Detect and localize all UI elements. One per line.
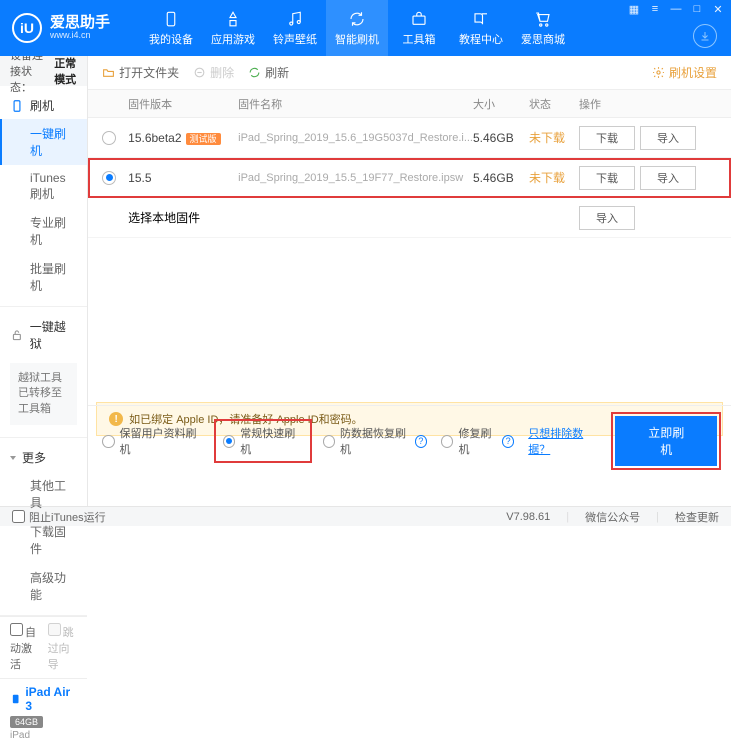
flash-mode-bar: 保留用户资料刷机 常规快速刷机 防数据恢复刷机? 修复刷机? 只想排除数据？ 立… [88,405,731,476]
sidebar-group-more[interactable]: 更多 [0,444,87,471]
sidebar-group-jailbreak[interactable]: 一键越狱 [0,313,87,357]
auto-activate-checkbox[interactable]: 自动激活 [10,623,40,672]
music-icon [286,10,304,28]
sidebar-item-pro[interactable]: 专业刷机 [0,208,87,254]
brand-url: www.i4.cn [50,31,110,41]
close-icon[interactable]: ✕ [711,3,725,16]
flash-settings-button[interactable]: 刷机设置 [652,64,717,81]
table-header: 固件版本 固件名称 大小 状态 操作 [88,90,731,118]
refresh-button[interactable]: 刷新 [248,64,289,81]
radio-icon[interactable] [102,171,116,185]
flash-now-button[interactable]: 立即刷机 [615,416,717,466]
sidebar-item-itunes[interactable]: iTunes刷机 [0,165,87,208]
import-button[interactable]: 导入 [640,126,696,150]
menu-icon[interactable]: ▦ [627,3,641,16]
nav-shop[interactable]: 爱思商城 [512,0,574,56]
cart-icon [534,10,552,28]
import-button[interactable]: 导入 [579,206,635,230]
brand: iU 爱思助手 www.i4.cn [0,0,122,56]
device-panel[interactable]: iPad Air 3 64GB iPad [0,678,87,749]
radio-icon[interactable] [102,131,116,145]
mode-repair[interactable]: 修复刷机? [441,425,514,457]
download-button[interactable]: 下载 [579,126,635,150]
nav-tools[interactable]: 工具箱 [388,0,450,56]
nav-flash[interactable]: 智能刷机 [326,0,388,56]
main-panel: 打开文件夹 删除 刷新 刷机设置 固件版本 固件名称 大小 状态 操作 15.6… [88,56,731,506]
device-status: 设备连接状态：正常模式 [0,56,87,86]
window-controls: ▦ ≡ — □ ✕ [627,3,725,16]
status-bar: 阻止iTunes运行 V7.98.61 | 微信公众号 | 检查更新 [0,506,731,526]
nav-my-device[interactable]: 我的设备 [140,0,202,56]
version-label: V7.98.61 [506,511,550,523]
help-icon[interactable]: ? [502,435,514,448]
device-name: iPad Air 3 [10,685,77,713]
brand-name: 爱思助手 [50,15,110,32]
nav-ringtone[interactable]: 铃声壁纸 [264,0,326,56]
firmware-row-selected[interactable]: 15.5 iPad_Spring_2019_15.5_19F77_Restore… [88,158,731,198]
minimize-icon[interactable]: — [669,3,683,16]
download-manager-icon[interactable] [693,24,717,48]
delete-button: 删除 [193,64,234,81]
mode-anti-recover[interactable]: 防数据恢复刷机? [323,425,427,457]
mode-normal[interactable]: 常规快速刷机 [217,422,309,460]
mode-keep-data[interactable]: 保留用户资料刷机 [102,425,203,457]
wechat-link[interactable]: 微信公众号 [585,509,640,525]
sidebar-item-advanced[interactable]: 高级功能 [0,563,87,609]
download-button[interactable]: 下载 [579,166,635,190]
skip-guide-checkbox[interactable]: 跳过向导 [48,623,78,672]
help-icon[interactable]: ? [415,435,427,448]
phone-icon [162,10,180,28]
block-itunes-checkbox[interactable]: 阻止iTunes运行 [12,509,106,525]
brand-logo-icon: iU [12,13,42,43]
list-icon[interactable]: ≡ [648,3,662,16]
refresh-icon [348,10,366,28]
jailbreak-note: 越狱工具已转移至工具箱 [10,363,77,425]
sidebar-item-batch[interactable]: 批量刷机 [0,254,87,300]
book-icon [472,10,490,28]
sidebar: 设备连接状态：正常模式 刷机 一键刷机 iTunes刷机 专业刷机 批量刷机 一… [0,56,88,506]
device-model: iPad [10,730,77,741]
check-update-link[interactable]: 检查更新 [675,509,719,525]
sidebar-options: 自动激活 跳过向导 [0,616,87,678]
sidebar-item-oneclick[interactable]: 一键刷机 [0,119,87,165]
chevron-down-icon [10,456,16,460]
local-firmware-row[interactable]: 选择本地固件 导入 [88,198,731,238]
nav-apps[interactable]: 应用游戏 [202,0,264,56]
nav-tutorials[interactable]: 教程中心 [450,0,512,56]
open-folder-button[interactable]: 打开文件夹 [102,64,179,81]
beta-badge: 测试版 [186,133,221,145]
app-icon [224,10,242,28]
toolbox-icon [410,10,428,28]
main-nav: 我的设备 应用游戏 铃声壁纸 智能刷机 工具箱 教程中心 爱思商城 [140,0,574,56]
exclude-data-link[interactable]: 只想排除数据？ [528,425,601,457]
maximize-icon[interactable]: □ [690,3,704,16]
import-button[interactable]: 导入 [640,166,696,190]
sidebar-group-flash[interactable]: 刷机 [0,92,87,119]
firmware-row[interactable]: 15.6beta2测试版 iPad_Spring_2019_15.6_19G50… [88,118,731,158]
device-storage-badge: 64GB [10,716,43,728]
